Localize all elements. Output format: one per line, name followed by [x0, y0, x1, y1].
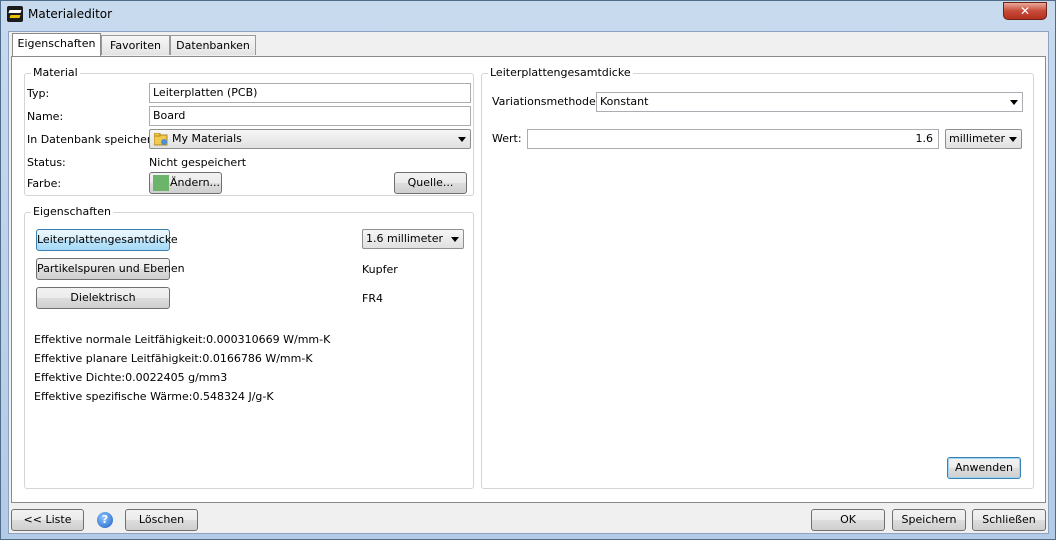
- type-field[interactable]: Leiterplatten (PCB): [149, 83, 471, 103]
- status-value: Nicht gespeichert: [149, 156, 247, 169]
- chevron-down-icon: [1010, 100, 1018, 105]
- material-group: Material Typ: Leiterplatten (PCB) Name: …: [24, 66, 474, 196]
- ok-button[interactable]: OK: [811, 509, 885, 531]
- board-thickness-button[interactable]: Leiterplattengesamtdicke: [36, 229, 178, 251]
- delete-button[interactable]: Löschen: [125, 509, 198, 531]
- detail-group-title: Leiterplattengesamtdicke: [488, 66, 633, 79]
- tab-datenbanken[interactable]: Datenbanken: [170, 35, 256, 55]
- detail-group: Leiterplattengesamtdicke Variationsmetho…: [481, 66, 1034, 489]
- unit-select-value: millimeter: [949, 132, 1006, 145]
- effective-normal-conductivity: Effektive normale Leitfähigkeit:0.000310…: [34, 333, 331, 346]
- close-button[interactable]: Schließen: [972, 509, 1046, 531]
- change-color-label: Ändern...: [170, 176, 221, 189]
- traces-value: Kupfer: [362, 263, 398, 276]
- value-label: Wert:: [492, 132, 522, 145]
- help-icon[interactable]: ?: [97, 512, 113, 528]
- app-logo-icon: [7, 6, 23, 22]
- effective-density: Effektive Dichte:0.0022405 g/mm3: [34, 371, 228, 384]
- tab-favoriten[interactable]: Favoriten: [101, 35, 170, 55]
- board-thickness-select[interactable]: 1.6 millimeter: [362, 229, 464, 249]
- material-group-title: Material: [31, 66, 80, 79]
- properties-group-title: Eigenschaften: [31, 205, 113, 218]
- effective-planar-conductivity: Effektive planare Leitfähigkeit:0.016678…: [34, 352, 313, 365]
- color-label: Farbe:: [27, 177, 62, 190]
- database-folder-icon: [154, 133, 168, 146]
- window-close-button[interactable]: ✕: [1003, 2, 1047, 20]
- variation-method-label: Variationsmethode:: [492, 95, 600, 108]
- chevron-down-icon: [451, 237, 459, 242]
- chevron-down-icon: [1009, 137, 1017, 142]
- status-label: Status:: [27, 156, 66, 169]
- color-swatch: [153, 175, 169, 191]
- tab-page-eigenschaften: Material Typ: Leiterplatten (PCB) Name: …: [11, 56, 1046, 503]
- database-select-value: My Materials: [172, 132, 242, 145]
- value-input[interactable]: 1.6: [527, 129, 939, 149]
- properties-group: Eigenschaften Leiterplattengesamtdicke 1…: [24, 205, 474, 489]
- save-button[interactable]: Speichern: [892, 509, 966, 531]
- name-field[interactable]: Board: [149, 106, 471, 126]
- chevron-down-icon: [458, 137, 466, 142]
- traces-and-planes-button[interactable]: Partikelspuren und Ebenen: [36, 258, 185, 280]
- database-label: In Datenbank speichern:: [27, 133, 162, 146]
- apply-button[interactable]: Anwenden: [947, 457, 1021, 479]
- window-title: Materialeditor: [28, 7, 113, 21]
- variation-method-select[interactable]: Konstant: [596, 92, 1023, 112]
- tab-eigenschaften[interactable]: Eigenschaften: [12, 33, 101, 57]
- board-thickness-select-value: 1.6 millimeter: [366, 232, 444, 245]
- type-label: Typ:: [27, 87, 50, 100]
- material-editor-window: Materialeditor ✕ Eigenschaften Favoriten…: [0, 0, 1056, 540]
- dielectric-value: FR4: [362, 292, 383, 305]
- source-button[interactable]: Quelle...: [394, 172, 467, 194]
- variation-method-value: Konstant: [600, 95, 649, 108]
- client-area: Eigenschaften Favoriten Datenbanken Mate…: [8, 31, 1049, 534]
- title-bar[interactable]: Materialeditor ✕: [1, 1, 1055, 27]
- effective-specific-heat: Effektive spezifische Wärme:0.548324 J/g…: [34, 390, 274, 403]
- unit-select[interactable]: millimeter: [945, 129, 1022, 149]
- name-label: Name:: [27, 110, 64, 123]
- database-select[interactable]: My Materials: [149, 129, 471, 149]
- list-button[interactable]: << Liste: [11, 509, 84, 531]
- change-color-button[interactable]: Ändern...: [149, 172, 222, 194]
- dielectric-button[interactable]: Dielektrisch: [36, 287, 170, 309]
